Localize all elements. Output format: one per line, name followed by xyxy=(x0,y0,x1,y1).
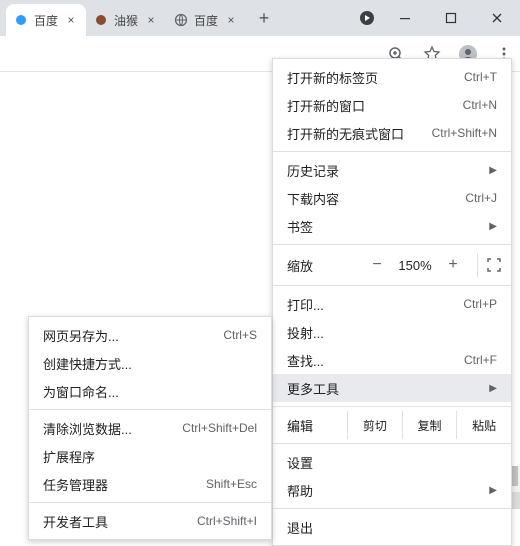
submenu-extensions[interactable]: 扩展程序 xyxy=(29,442,271,470)
favicon-icon xyxy=(14,13,28,27)
menu-separator xyxy=(273,244,511,245)
menu-downloads[interactable]: 下载内容Ctrl+J xyxy=(273,184,511,212)
menu-edit-row: 编辑 剪切 复制 粘贴 xyxy=(273,411,511,439)
menu-separator xyxy=(29,502,271,503)
menu-cast[interactable]: 投射... xyxy=(273,318,511,346)
zoom-label: 缩放 xyxy=(287,256,359,275)
close-icon[interactable]: × xyxy=(224,13,238,27)
zoom-out-button[interactable]: − xyxy=(365,253,389,277)
menu-settings[interactable]: 设置 xyxy=(273,448,511,476)
maximize-button[interactable] xyxy=(428,0,474,36)
submenu-save-as[interactable]: 网页另存为...Ctrl+S xyxy=(29,321,271,349)
submenu-name-window[interactable]: 为窗口命名... xyxy=(29,377,271,405)
favicon-icon xyxy=(94,13,108,27)
globe-icon xyxy=(174,13,188,27)
menu-incognito[interactable]: 打开新的无痕式窗口Ctrl+Shift+N xyxy=(273,119,511,147)
close-icon[interactable]: × xyxy=(144,13,158,27)
chevron-right-icon: ▶ xyxy=(489,165,497,176)
menu-separator xyxy=(273,406,511,407)
submenu-task-manager[interactable]: 任务管理器Shift+Esc xyxy=(29,470,271,498)
menu-separator xyxy=(273,285,511,286)
zoom-in-button[interactable]: + xyxy=(441,253,465,277)
menu-zoom-row: 缩放 − 150% + xyxy=(273,249,511,281)
menu-find[interactable]: 查找...Ctrl+F xyxy=(273,346,511,374)
tab-strip: 百度 × 油猴 × 百度 × + xyxy=(0,4,352,36)
menu-new-window[interactable]: 打开新的窗口Ctrl+N xyxy=(273,91,511,119)
fullscreen-icon[interactable] xyxy=(477,253,501,277)
submenu-clear-data[interactable]: 清除浏览数据...Ctrl+Shift+Del xyxy=(29,414,271,442)
new-tab-button[interactable]: + xyxy=(250,4,278,32)
menu-separator xyxy=(273,151,511,152)
copy-button[interactable]: 复制 xyxy=(403,411,458,439)
tab-title: 百度 xyxy=(34,12,58,29)
close-icon[interactable]: × xyxy=(64,13,78,27)
edit-label: 编辑 xyxy=(287,416,347,435)
tab-2[interactable]: 百度 × xyxy=(166,4,246,36)
menu-new-tab[interactable]: 打开新的标签页Ctrl+T xyxy=(273,63,511,91)
menu-bookmarks[interactable]: 书签▶ xyxy=(273,212,511,240)
tab-0[interactable]: 百度 × xyxy=(6,4,86,36)
menu-history[interactable]: 历史记录▶ xyxy=(273,156,511,184)
cut-button[interactable]: 剪切 xyxy=(348,411,403,439)
menu-help[interactable]: 帮助▶ xyxy=(273,476,511,504)
minimize-button[interactable] xyxy=(382,0,428,36)
titlebar: 百度 × 油猴 × 百度 × + xyxy=(0,0,520,36)
submenu-dev-tools[interactable]: 开发者工具Ctrl+Shift+I xyxy=(29,507,271,535)
submenu-create-shortcut[interactable]: 创建快捷方式... xyxy=(29,349,271,377)
paste-button[interactable]: 粘贴 xyxy=(457,411,511,439)
zoom-value: 150% xyxy=(393,258,437,273)
chevron-right-icon: ▶ xyxy=(489,383,497,394)
chevron-right-icon: ▶ xyxy=(489,485,497,496)
menu-exit[interactable]: 退出 xyxy=(273,513,511,541)
main-menu: 打开新的标签页Ctrl+T 打开新的窗口Ctrl+N 打开新的无痕式窗口Ctrl… xyxy=(272,58,512,546)
menu-print[interactable]: 打印...Ctrl+P xyxy=(273,290,511,318)
more-tools-submenu: 网页另存为...Ctrl+S 创建快捷方式... 为窗口命名... 清除浏览数据… xyxy=(28,316,272,540)
media-indicator-icon[interactable] xyxy=(352,0,382,36)
tab-1[interactable]: 油猴 × xyxy=(86,4,166,36)
menu-separator xyxy=(29,409,271,410)
menu-separator xyxy=(273,443,511,444)
close-window-button[interactable] xyxy=(474,0,520,36)
tab-title: 百度 xyxy=(194,12,218,29)
chevron-right-icon: ▶ xyxy=(489,221,497,232)
window-controls xyxy=(352,0,520,36)
menu-more-tools[interactable]: 更多工具▶ xyxy=(273,374,511,402)
tab-title: 油猴 xyxy=(114,12,138,29)
